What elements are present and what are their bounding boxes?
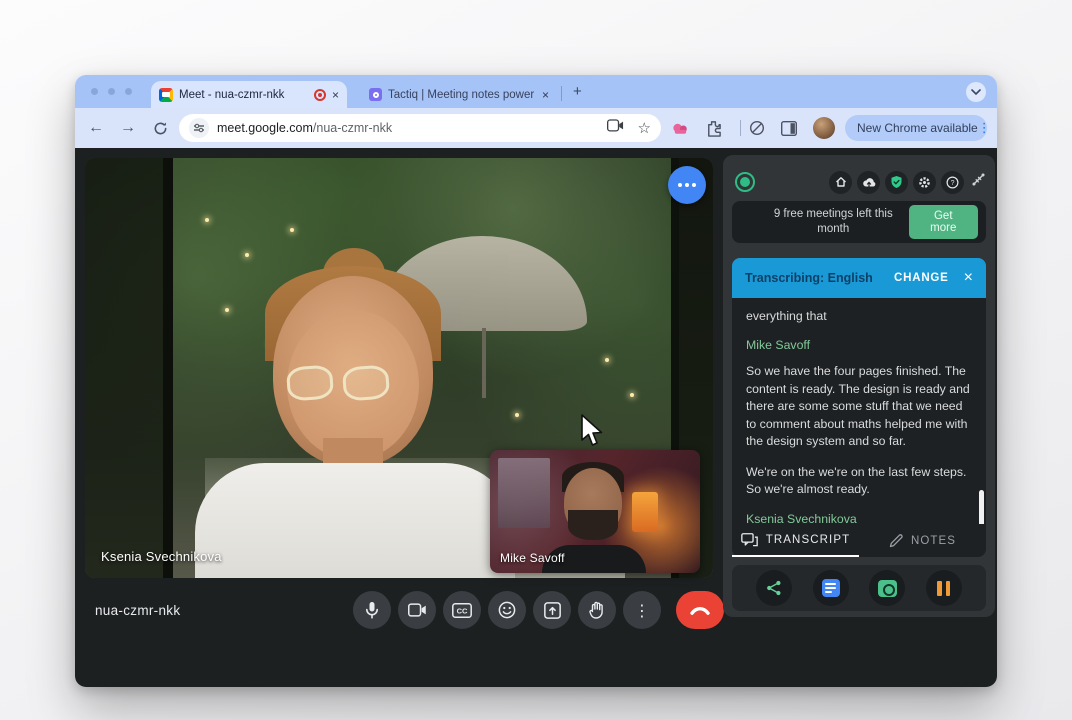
tactiq-panel: ? 9 free meetings left this month Get mo… <box>723 155 995 617</box>
extension-pink-icon[interactable] <box>671 108 690 148</box>
transcript-speaker: Mike Savoff <box>746 338 972 352</box>
window-frame <box>85 158 163 578</box>
tactiq-favicon-icon <box>369 88 382 101</box>
present-screen-button[interactable] <box>533 591 571 629</box>
participant-ksenia <box>195 248 515 578</box>
tab-title: Meet - nua-czmr-nkk <box>173 89 314 101</box>
doc-icon <box>822 579 840 597</box>
pip-video-tile[interactable]: Mike Savoff <box>490 450 700 573</box>
meet-page: Ksenia Svechnikova Mike Savoff nua-czmr-… <box>75 148 997 687</box>
back-icon[interactable]: ← <box>83 108 109 148</box>
screenshot-button[interactable] <box>869 570 905 606</box>
window-controls[interactable] <box>91 88 132 95</box>
tactiq-action-bar <box>732 565 986 611</box>
tab-meet[interactable]: Meet - nua-czmr-nkk × <box>151 81 347 108</box>
microphone-button[interactable] <box>353 591 391 629</box>
participant-name-label: Ksenia Svechnikova <box>101 549 222 564</box>
tab-title: Tactiq | Meeting notes power <box>382 89 542 101</box>
reactions-button[interactable] <box>488 591 526 629</box>
svg-text:?: ? <box>951 179 955 186</box>
cloud-upload-icon[interactable] <box>857 171 880 194</box>
recording-indicator-icon <box>314 89 326 101</box>
reload-icon[interactable] <box>147 108 173 148</box>
disconnect-icon[interactable] <box>971 172 986 192</box>
meetings-left-text: 9 free meetings left this month <box>758 207 909 237</box>
new-tab-button[interactable]: + <box>573 83 582 100</box>
captions-button[interactable]: CC <box>443 591 481 629</box>
transcribing-label: Transcribing: English <box>745 271 873 285</box>
share-icon <box>766 580 782 596</box>
pip-window-light <box>498 458 550 528</box>
site-info-icon[interactable] <box>189 118 209 138</box>
tab-search-chevron-icon[interactable] <box>966 82 986 102</box>
update-menu-icon[interactable]: ⋮ <box>978 121 991 136</box>
forward-icon[interactable]: → <box>115 108 141 148</box>
toolbar-divider <box>740 120 741 136</box>
url-bar[interactable]: meet.google.com/nua-czmr-nkk ☆ <box>179 114 661 142</box>
extensions-puzzle-icon[interactable] <box>705 108 722 148</box>
camera-button[interactable] <box>398 591 436 629</box>
meeting-code: nua-czmr-nkk <box>95 603 180 618</box>
settings-gear-icon[interactable] <box>913 171 936 194</box>
meetings-left-card: 9 free meetings left this month Get more <box>732 201 986 243</box>
profile-avatar[interactable] <box>813 117 835 139</box>
url-text: meet.google.com/nua-czmr-nkk <box>217 121 392 135</box>
chat-icon <box>741 533 758 547</box>
tab-notes[interactable]: NOTES <box>859 524 986 557</box>
bookmark-star-icon[interactable]: ☆ <box>638 119 651 137</box>
camera-permission-icon[interactable] <box>607 119 624 137</box>
raise-hand-button[interactable] <box>578 591 616 629</box>
close-banner-icon[interactable]: × <box>964 270 973 286</box>
shield-check-icon[interactable] <box>885 171 908 194</box>
content-blocked-icon[interactable] <box>749 108 765 148</box>
home-icon[interactable] <box>829 171 852 194</box>
tactiq-logo-icon <box>735 172 755 192</box>
tab-transcript[interactable]: TRANSCRIPT <box>732 524 859 557</box>
change-language-button[interactable]: CHANGE <box>894 272 949 284</box>
transcript-text: We're on the we're on the last few steps… <box>746 464 972 499</box>
window-frame <box>163 158 173 578</box>
transcript-text: everything that <box>746 308 972 325</box>
fireplace <box>632 492 658 532</box>
chat-bubble-button[interactable] <box>668 166 706 204</box>
end-call-button[interactable] <box>676 591 724 629</box>
close-tab-icon[interactable]: × <box>542 89 549 101</box>
pause-recording-button[interactable] <box>926 570 962 606</box>
browser-toolbar: ← → meet.google.com/nua-czmr-nkk ☆ <box>75 108 997 148</box>
more-options-button[interactable]: ⋮ <box>623 591 661 629</box>
pencil-icon <box>889 534 903 548</box>
help-icon[interactable]: ? <box>941 171 964 194</box>
participant-name-label: Mike Savoff <box>500 551 565 565</box>
chrome-update-button[interactable]: New Chrome available ⋮ <box>845 115 987 141</box>
transcribing-banner: Transcribing: English CHANGE × <box>732 258 986 298</box>
tab-separator <box>561 86 562 101</box>
transcript-speaker: Ksenia Svechnikova <box>746 512 972 524</box>
close-tab-icon[interactable]: × <box>332 89 339 101</box>
side-panel-icon[interactable] <box>781 108 797 148</box>
tab-strip: Meet - nua-czmr-nkk × Tactiq | Meeting n… <box>75 75 997 108</box>
transcript-scrollbar[interactable] <box>979 490 984 524</box>
transcript-text: So we have the four pages finished. The … <box>746 363 972 450</box>
tab-tactiq[interactable]: Tactiq | Meeting notes power × <box>361 81 557 108</box>
open-notes-doc-button[interactable] <box>813 570 849 606</box>
transcript-card: everything that Mike Savoff So we have the… <box>732 298 986 524</box>
meet-favicon-icon <box>159 88 173 102</box>
get-more-button[interactable]: Get more <box>909 205 978 239</box>
meet-controls: CC ⋮ <box>353 591 724 629</box>
pause-icon <box>937 581 950 596</box>
svg-text:CC: CC <box>457 606 468 615</box>
browser-window: Meet - nua-czmr-nkk × Tactiq | Meeting n… <box>75 75 997 687</box>
share-button[interactable] <box>756 570 792 606</box>
mouse-cursor <box>580 414 604 448</box>
transcript-list: everything that Mike Savoff So we have the… <box>746 308 972 524</box>
camera-icon <box>878 580 897 597</box>
